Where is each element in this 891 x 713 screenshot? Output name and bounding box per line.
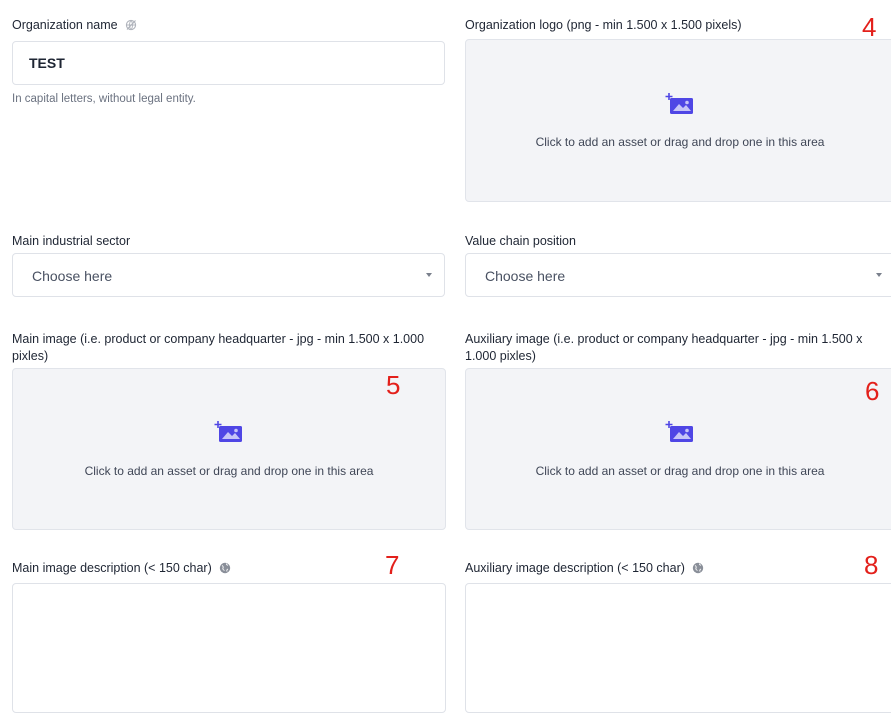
org-name-value: TEST: [29, 55, 65, 71]
org-logo-label: Organization logo (png - min 1.500 x 1.5…: [465, 18, 742, 32]
sector-select[interactable]: Choose here: [12, 253, 445, 297]
aux-desc-textarea[interactable]: [465, 583, 891, 713]
org-name-label: Organization name: [12, 17, 137, 36]
aux-image-label: Auxiliary image (i.e. product or company…: [465, 332, 863, 363]
aux-desc-label: Auxiliary image description (< 150 char): [465, 560, 704, 579]
add-image-icon: [214, 420, 244, 449]
value-chain-select[interactable]: Choose here: [465, 253, 891, 297]
main-image-label: Main image (i.e. product or company head…: [12, 332, 425, 363]
globe-icon: [692, 562, 704, 579]
annotation-marker-5: 5: [386, 370, 401, 400]
annotation-marker-4: 4: [862, 12, 877, 42]
main-desc-textarea[interactable]: [12, 583, 446, 713]
annotation-marker-8: 8: [864, 550, 879, 580]
add-image-icon: [665, 420, 695, 449]
aux-image-dropzone[interactable]: 6 Click to add an asset or drag and drop…: [465, 368, 891, 530]
main-image-dropzone[interactable]: 5 Click to add an asset or drag and drop…: [12, 368, 446, 530]
org-logo-dropzone[interactable]: Click to add an asset or drag and drop o…: [465, 39, 891, 202]
chevron-down-icon: [426, 273, 432, 277]
chevron-down-icon: [876, 273, 882, 277]
globe-icon: [219, 562, 231, 579]
sector-placeholder: Choose here: [32, 268, 113, 284]
translate-disabled-icon: [125, 19, 137, 36]
main-desc-label: Main image description (< 150 char): [12, 560, 231, 579]
annotation-marker-6: 6: [865, 376, 880, 406]
main-image-dropzone-text: Click to add an asset or drag and drop o…: [84, 464, 374, 478]
aux-image-dropzone-text: Click to add an asset or drag and drop o…: [535, 464, 825, 478]
org-logo-dropzone-text: Click to add an asset or drag and drop o…: [535, 135, 825, 149]
org-name-hint: In capital letters, without legal entity…: [12, 93, 196, 105]
org-name-input[interactable]: TEST: [12, 41, 445, 85]
value-chain-placeholder: Choose here: [485, 268, 566, 284]
value-chain-label: Value chain position: [465, 234, 576, 248]
add-image-icon: [665, 92, 695, 121]
annotation-marker-7: 7: [385, 550, 400, 580]
sector-label: Main industrial sector: [12, 234, 131, 248]
